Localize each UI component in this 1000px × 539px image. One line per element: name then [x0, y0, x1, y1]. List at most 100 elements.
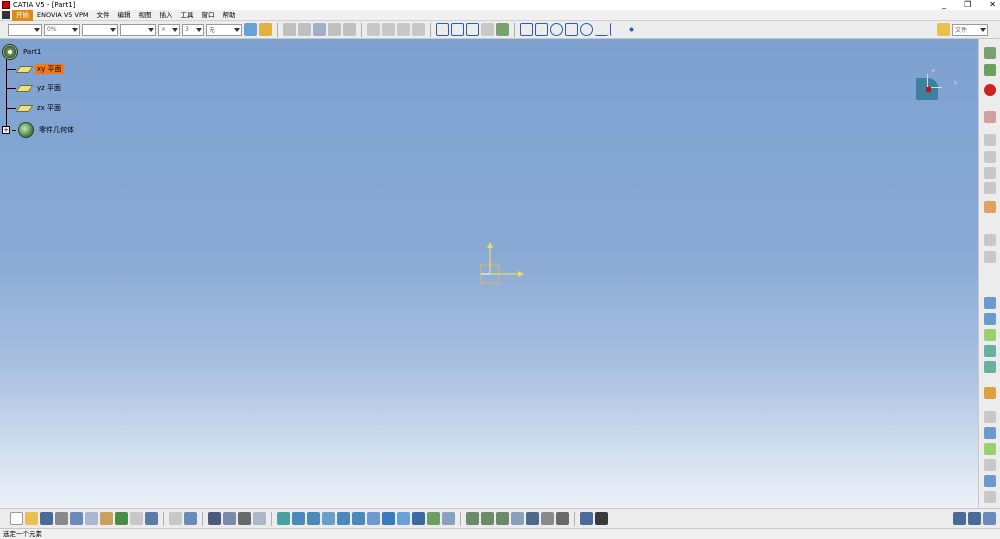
line-icon[interactable]: [595, 23, 608, 36]
grid-view-icon[interactable]: [953, 512, 966, 525]
undo-icon[interactable]: [115, 512, 128, 525]
circle-icon[interactable]: [550, 23, 563, 36]
tree-root-part[interactable]: Part1: [2, 44, 43, 60]
symmetry-icon[interactable]: [481, 23, 494, 36]
tool-icon[interactable]: [984, 459, 996, 471]
view-icon[interactable]: [442, 512, 455, 525]
chamfer-icon[interactable]: [451, 23, 464, 36]
mirror-icon[interactable]: [382, 23, 395, 36]
menu-edit[interactable]: 编辑: [113, 10, 134, 21]
cut-icon[interactable]: [70, 512, 83, 525]
point-symbol-combo[interactable]: ×: [158, 23, 180, 36]
menu-tools[interactable]: 工具: [176, 10, 197, 21]
tool-icon[interactable]: [984, 491, 996, 503]
tree-node-part-body[interactable]: + 零件几何体: [2, 122, 76, 138]
new-icon[interactable]: [10, 512, 23, 525]
menu-help[interactable]: 帮助: [218, 10, 239, 21]
shading-icon[interactable]: [397, 512, 410, 525]
point-icon[interactable]: [625, 23, 638, 36]
tree-node-zx-plane[interactable]: zx 平面: [6, 103, 63, 113]
axis-icon[interactable]: [610, 23, 623, 36]
knowledge-icon[interactable]: [223, 512, 236, 525]
constraint-tools-icon[interactable]: [481, 512, 494, 525]
filter-icon[interactable]: [541, 512, 554, 525]
curve-icon[interactable]: [984, 297, 996, 309]
paste-icon[interactable]: [100, 512, 113, 525]
zoom-out-icon[interactable]: [352, 512, 365, 525]
catia-menu-icon[interactable]: [2, 11, 10, 19]
table-icon[interactable]: [511, 512, 524, 525]
exit-workbench-icon[interactable]: [984, 64, 996, 76]
whats-this-icon[interactable]: [145, 512, 158, 525]
menu-enovia[interactable]: ENOVIA V5 VPM: [33, 10, 92, 21]
corner-icon[interactable]: [436, 23, 449, 36]
hide-icon[interactable]: [556, 512, 569, 525]
settings-view-icon[interactable]: [983, 512, 996, 525]
position-sketch-icon[interactable]: [298, 23, 311, 36]
select-icon[interactable]: [984, 387, 996, 399]
menu-start[interactable]: 开始: [12, 9, 33, 21]
expand-icon[interactable]: +: [2, 126, 10, 134]
transform-icon[interactable]: [984, 251, 996, 263]
line-type-combo[interactable]: [120, 23, 156, 36]
profile-icon[interactable]: [520, 23, 533, 36]
open-icon[interactable]: [25, 512, 38, 525]
redo-icon[interactable]: [130, 512, 143, 525]
save-icon[interactable]: [40, 512, 53, 525]
geometry-icon[interactable]: [984, 182, 996, 194]
surface-icon[interactable]: [984, 329, 996, 341]
translate-icon[interactable]: [397, 23, 410, 36]
snap-icon[interactable]: [328, 23, 341, 36]
menu-insert[interactable]: 插入: [155, 10, 176, 21]
menu-window[interactable]: 窗口: [197, 10, 218, 21]
project-3d-icon[interactable]: [496, 23, 509, 36]
geometry-icon[interactable]: [984, 151, 996, 163]
fly-mode-icon[interactable]: [277, 512, 290, 525]
hide-show-icon[interactable]: [412, 512, 425, 525]
part-design-icon[interactable]: [238, 512, 251, 525]
tree-node-yz-plane[interactable]: yz 平面: [6, 83, 63, 93]
swap-visible-icon[interactable]: [427, 512, 440, 525]
minimize-button[interactable]: _: [942, 0, 946, 10]
rectangle-icon[interactable]: [535, 23, 548, 36]
analysis-icon[interactable]: [984, 201, 996, 213]
catalog-icon[interactable]: [208, 512, 221, 525]
tree-node-xy-plane[interactable]: xy 平面: [6, 64, 64, 74]
file-combo[interactable]: 文件: [952, 23, 988, 36]
surface-icon[interactable]: [984, 361, 996, 373]
line-thickness-combo[interactable]: [82, 23, 118, 36]
trim-icon[interactable]: [466, 23, 479, 36]
pan-icon[interactable]: [307, 512, 320, 525]
restore-button[interactable]: ❐: [964, 0, 971, 10]
brush-icon[interactable]: [259, 23, 272, 36]
menu-file[interactable]: 文件: [92, 10, 113, 21]
visualization-icon[interactable]: [526, 512, 539, 525]
zoom-in-icon[interactable]: [337, 512, 350, 525]
surface-icon[interactable]: [984, 345, 996, 357]
spline-icon[interactable]: [565, 23, 578, 36]
sketch-icon[interactable]: [283, 23, 296, 36]
views-icon[interactable]: [382, 512, 395, 525]
folder-icon[interactable]: [937, 23, 950, 36]
measure-icon[interactable]: [984, 411, 996, 423]
comment-icon[interactable]: [184, 512, 197, 525]
list-view-icon[interactable]: [968, 512, 981, 525]
fill-color-combo[interactable]: [8, 23, 42, 36]
sketch-tools-icon[interactable]: [466, 512, 479, 525]
print-icon[interactable]: [55, 512, 68, 525]
normal-view-icon[interactable]: [367, 512, 380, 525]
stop-icon[interactable]: [984, 84, 996, 96]
fit-all-icon[interactable]: [292, 512, 305, 525]
measure-icon[interactable]: [984, 427, 996, 439]
geometry-icon[interactable]: [984, 134, 996, 146]
analysis-tools-icon[interactable]: [496, 512, 509, 525]
curve-icon[interactable]: [984, 313, 996, 325]
rendering-style-combo[interactable]: 无: [206, 23, 242, 36]
dress-up-icon[interactable]: [253, 512, 266, 525]
layer-combo[interactable]: 3: [182, 23, 204, 36]
menu-view[interactable]: 视图: [134, 10, 155, 21]
geometry-icon[interactable]: [984, 167, 996, 179]
transform-icon[interactable]: [984, 234, 996, 246]
painter-icon[interactable]: [244, 23, 257, 36]
compass-tool-icon[interactable]: [595, 512, 608, 525]
